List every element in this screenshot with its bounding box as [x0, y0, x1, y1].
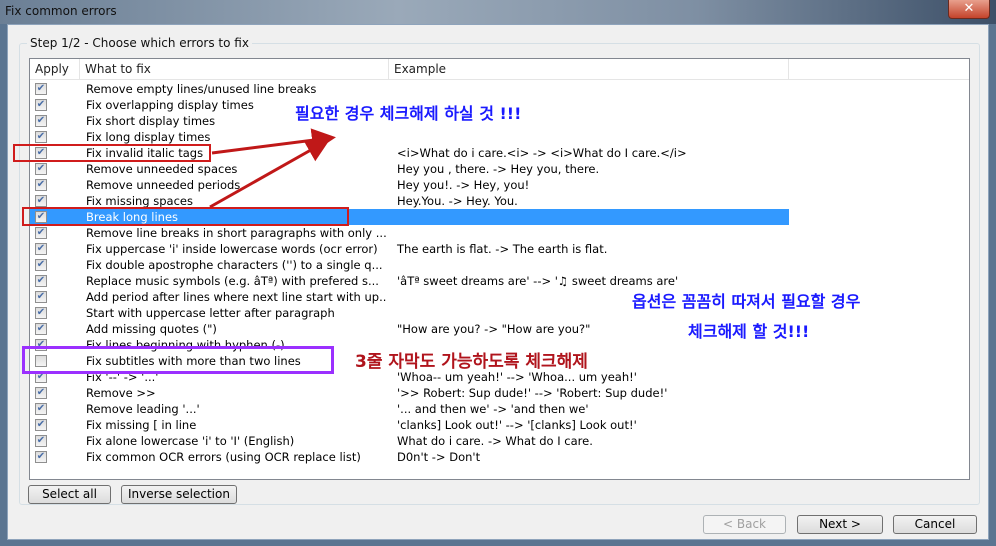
annotation-middle: 3줄 자막도 가능하도록 체크해제: [355, 352, 588, 372]
annotation-arrows: [209, 128, 336, 209]
annotation-right-2: 체크해제 할 것!!!: [688, 322, 810, 341]
annotation-right-1: 옵션은 꼼꼼히 따져서 필요할 경우: [632, 292, 861, 311]
annotation-top: 필요한 경우 체크해제 하실 것 !!!: [295, 104, 522, 123]
